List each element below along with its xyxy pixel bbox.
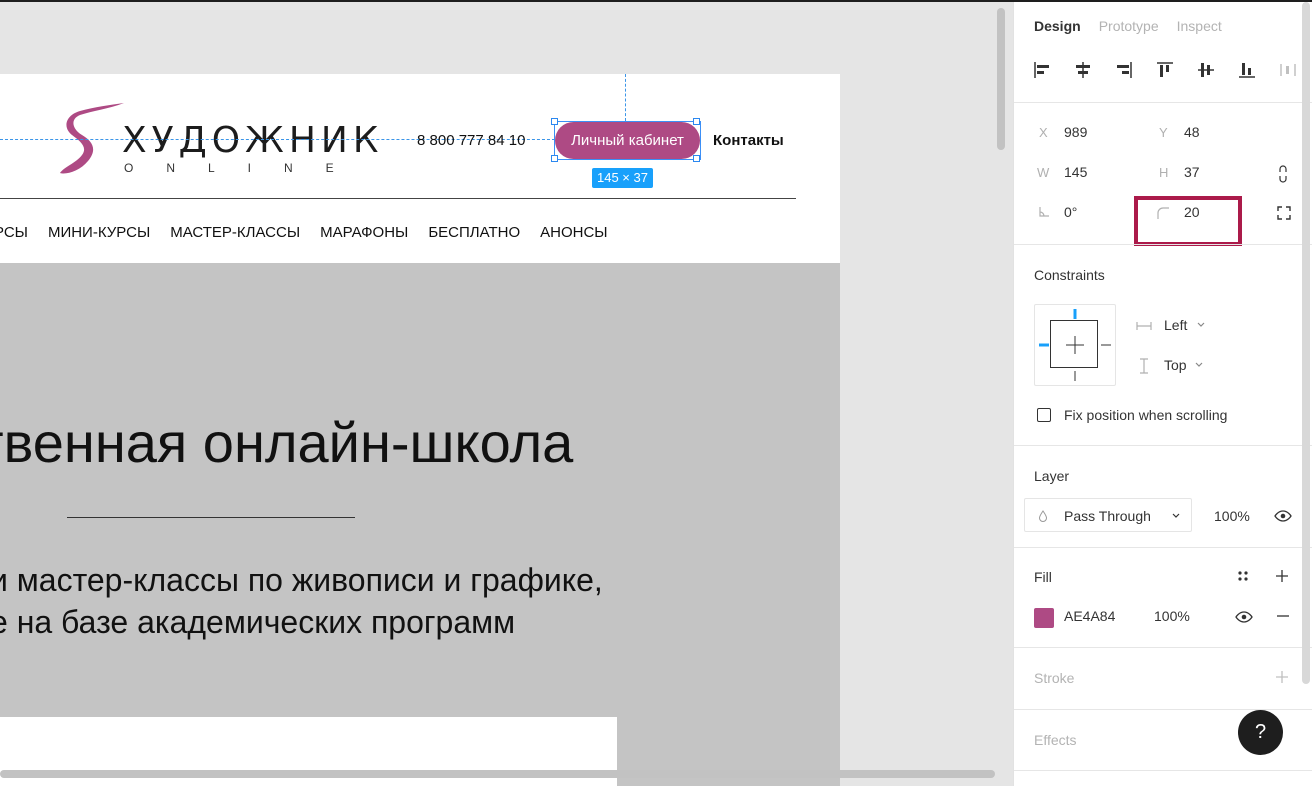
nav-item-mini-courses[interactable]: МИНИ-КУРСЫ xyxy=(48,224,150,242)
fix-position-label: Fix position when scrolling xyxy=(1064,407,1228,423)
hero-section[interactable]: твенная онлайн-школа и мастер-классы по … xyxy=(0,263,840,786)
fill-color-swatch[interactable] xyxy=(1034,608,1054,628)
dimension-badge: 145 × 37 xyxy=(592,168,653,188)
independent-corners-icon[interactable] xyxy=(1277,206,1291,220)
align-horizontal-center-icon[interactable] xyxy=(1073,60,1093,80)
smart-guide-vertical xyxy=(625,74,626,121)
eye-icon[interactable] xyxy=(1235,610,1253,624)
resize-handle-top-right[interactable] xyxy=(693,118,700,125)
nav-item-courses[interactable]: РСЫ xyxy=(0,224,28,242)
effects-title: Effects xyxy=(1034,732,1077,748)
fill-title: Fill xyxy=(1034,569,1052,585)
vertical-constraint-select[interactable]: Top xyxy=(1164,357,1187,373)
constrain-proportions-icon[interactable] xyxy=(1276,164,1290,184)
constraints-title: Constraints xyxy=(1034,267,1105,283)
hero-subtitle-line-1: и мастер-классы по живописи и графике, xyxy=(0,562,603,598)
panel-divider xyxy=(1014,102,1312,103)
h-label: H xyxy=(1159,165,1169,180)
nav-item-marathons[interactable]: МАРАФОНЫ xyxy=(320,224,408,242)
blend-mode-select[interactable]: Pass Through xyxy=(1024,498,1192,532)
main-nav: РСЫ МИНИ-КУРСЫ МАСТЕР-КЛАССЫ МАРАФОНЫ БЕ… xyxy=(0,224,608,242)
panel-divider xyxy=(1014,547,1312,548)
nav-item-announcements[interactable]: АНОНСЫ xyxy=(540,224,607,242)
drop-icon xyxy=(1038,510,1048,522)
stroke-title: Stroke xyxy=(1034,670,1075,686)
fill-opacity-input[interactable]: 100% xyxy=(1154,608,1190,624)
chevron-down-icon xyxy=(1197,322,1205,327)
hero-divider xyxy=(67,517,355,518)
hero-subtitle: и мастер-классы по живописи и графике, е… xyxy=(0,559,603,643)
horizontal-constraint-icon xyxy=(1136,322,1152,330)
layer-title: Layer xyxy=(1034,468,1070,484)
w-label: W xyxy=(1037,165,1050,180)
remove-fill-icon[interactable] xyxy=(1276,611,1290,621)
properties-panel: Design Prototype Inspect X 989 Y 48 W 14… xyxy=(1013,2,1312,786)
rotation-icon xyxy=(1039,207,1049,217)
y-input[interactable]: 48 xyxy=(1184,124,1200,140)
tab-prototype[interactable]: Prototype xyxy=(1099,18,1159,34)
horizontal-constraint-select[interactable]: Left xyxy=(1164,317,1187,333)
align-top-icon[interactable] xyxy=(1155,60,1175,80)
panel-tabs: Design Prototype Inspect xyxy=(1034,18,1222,34)
hero-title: твенная онлайн-школа xyxy=(0,411,574,474)
x-label: X xyxy=(1039,125,1048,140)
fill-hex-input[interactable]: AE4A84 xyxy=(1064,608,1115,624)
distribute-icon[interactable] xyxy=(1278,60,1298,80)
add-fill-icon[interactable] xyxy=(1275,569,1289,583)
align-vertical-center-icon[interactable] xyxy=(1196,60,1216,80)
layer-opacity-input[interactable]: 100% xyxy=(1214,508,1250,524)
constraints-lines-icon xyxy=(1039,309,1111,381)
add-stroke-icon[interactable] xyxy=(1275,670,1289,684)
hero-subtitle-line-2: е на базе академических программ xyxy=(0,604,516,640)
align-left-icon[interactable] xyxy=(1032,60,1052,80)
align-bottom-icon[interactable] xyxy=(1237,60,1257,80)
logo-subtitle: ONLINE xyxy=(124,161,367,175)
panel-divider xyxy=(1014,647,1312,648)
tab-design[interactable]: Design xyxy=(1034,18,1081,34)
width-input[interactable]: 145 xyxy=(1064,164,1087,180)
chevron-down-icon xyxy=(1172,513,1180,518)
design-canvas[interactable]: ХУДОЖНИК ONLINE 8 800 777 84 10 Личный к… xyxy=(0,2,1012,786)
resize-handle-bottom-left[interactable] xyxy=(551,155,558,162)
height-input[interactable]: 37 xyxy=(1184,164,1200,180)
canvas-vertical-scrollbar[interactable] xyxy=(997,8,1005,150)
style-grid-icon[interactable] xyxy=(1236,569,1250,583)
chevron-down-icon xyxy=(1195,362,1203,367)
y-label: Y xyxy=(1159,125,1168,140)
corner-radius-highlight xyxy=(1134,196,1242,246)
tab-inspect[interactable]: Inspect xyxy=(1177,18,1222,34)
resize-handle-bottom-right[interactable] xyxy=(693,155,700,162)
logo-wordmark: ХУДОЖНИК xyxy=(122,120,384,161)
panel-divider xyxy=(1014,709,1312,710)
panel-divider xyxy=(1014,244,1312,245)
constraints-widget[interactable] xyxy=(1034,304,1116,386)
help-button[interactable]: ? xyxy=(1238,710,1283,755)
nav-item-master-classes[interactable]: МАСТЕР-КЛАССЫ xyxy=(170,224,300,242)
panel-divider xyxy=(1014,770,1312,771)
rotation-input[interactable]: 0° xyxy=(1064,204,1077,220)
header-divider xyxy=(0,198,796,199)
website-frame[interactable]: ХУДОЖНИК ONLINE 8 800 777 84 10 Личный к… xyxy=(0,74,840,786)
vertical-constraint-icon xyxy=(1140,358,1148,374)
personal-cabinet-button[interactable]: Личный кабинет xyxy=(555,122,700,159)
phone-number[interactable]: 8 800 777 84 10 xyxy=(417,132,525,150)
x-input[interactable]: 989 xyxy=(1064,124,1087,140)
panel-scrollbar[interactable] xyxy=(1302,2,1310,684)
resize-handle-top-left[interactable] xyxy=(551,118,558,125)
blend-mode-value: Pass Through xyxy=(1064,508,1151,524)
alignment-toolbar xyxy=(1032,60,1298,80)
contacts-link[interactable]: Контакты xyxy=(713,132,784,150)
align-right-icon[interactable] xyxy=(1114,60,1134,80)
canvas-horizontal-scrollbar[interactable] xyxy=(0,770,995,778)
nav-item-free[interactable]: БЕСПЛАТНО xyxy=(428,224,520,242)
fix-position-checkbox[interactable] xyxy=(1037,408,1051,422)
eye-icon[interactable] xyxy=(1274,509,1292,523)
panel-divider xyxy=(1014,445,1312,446)
